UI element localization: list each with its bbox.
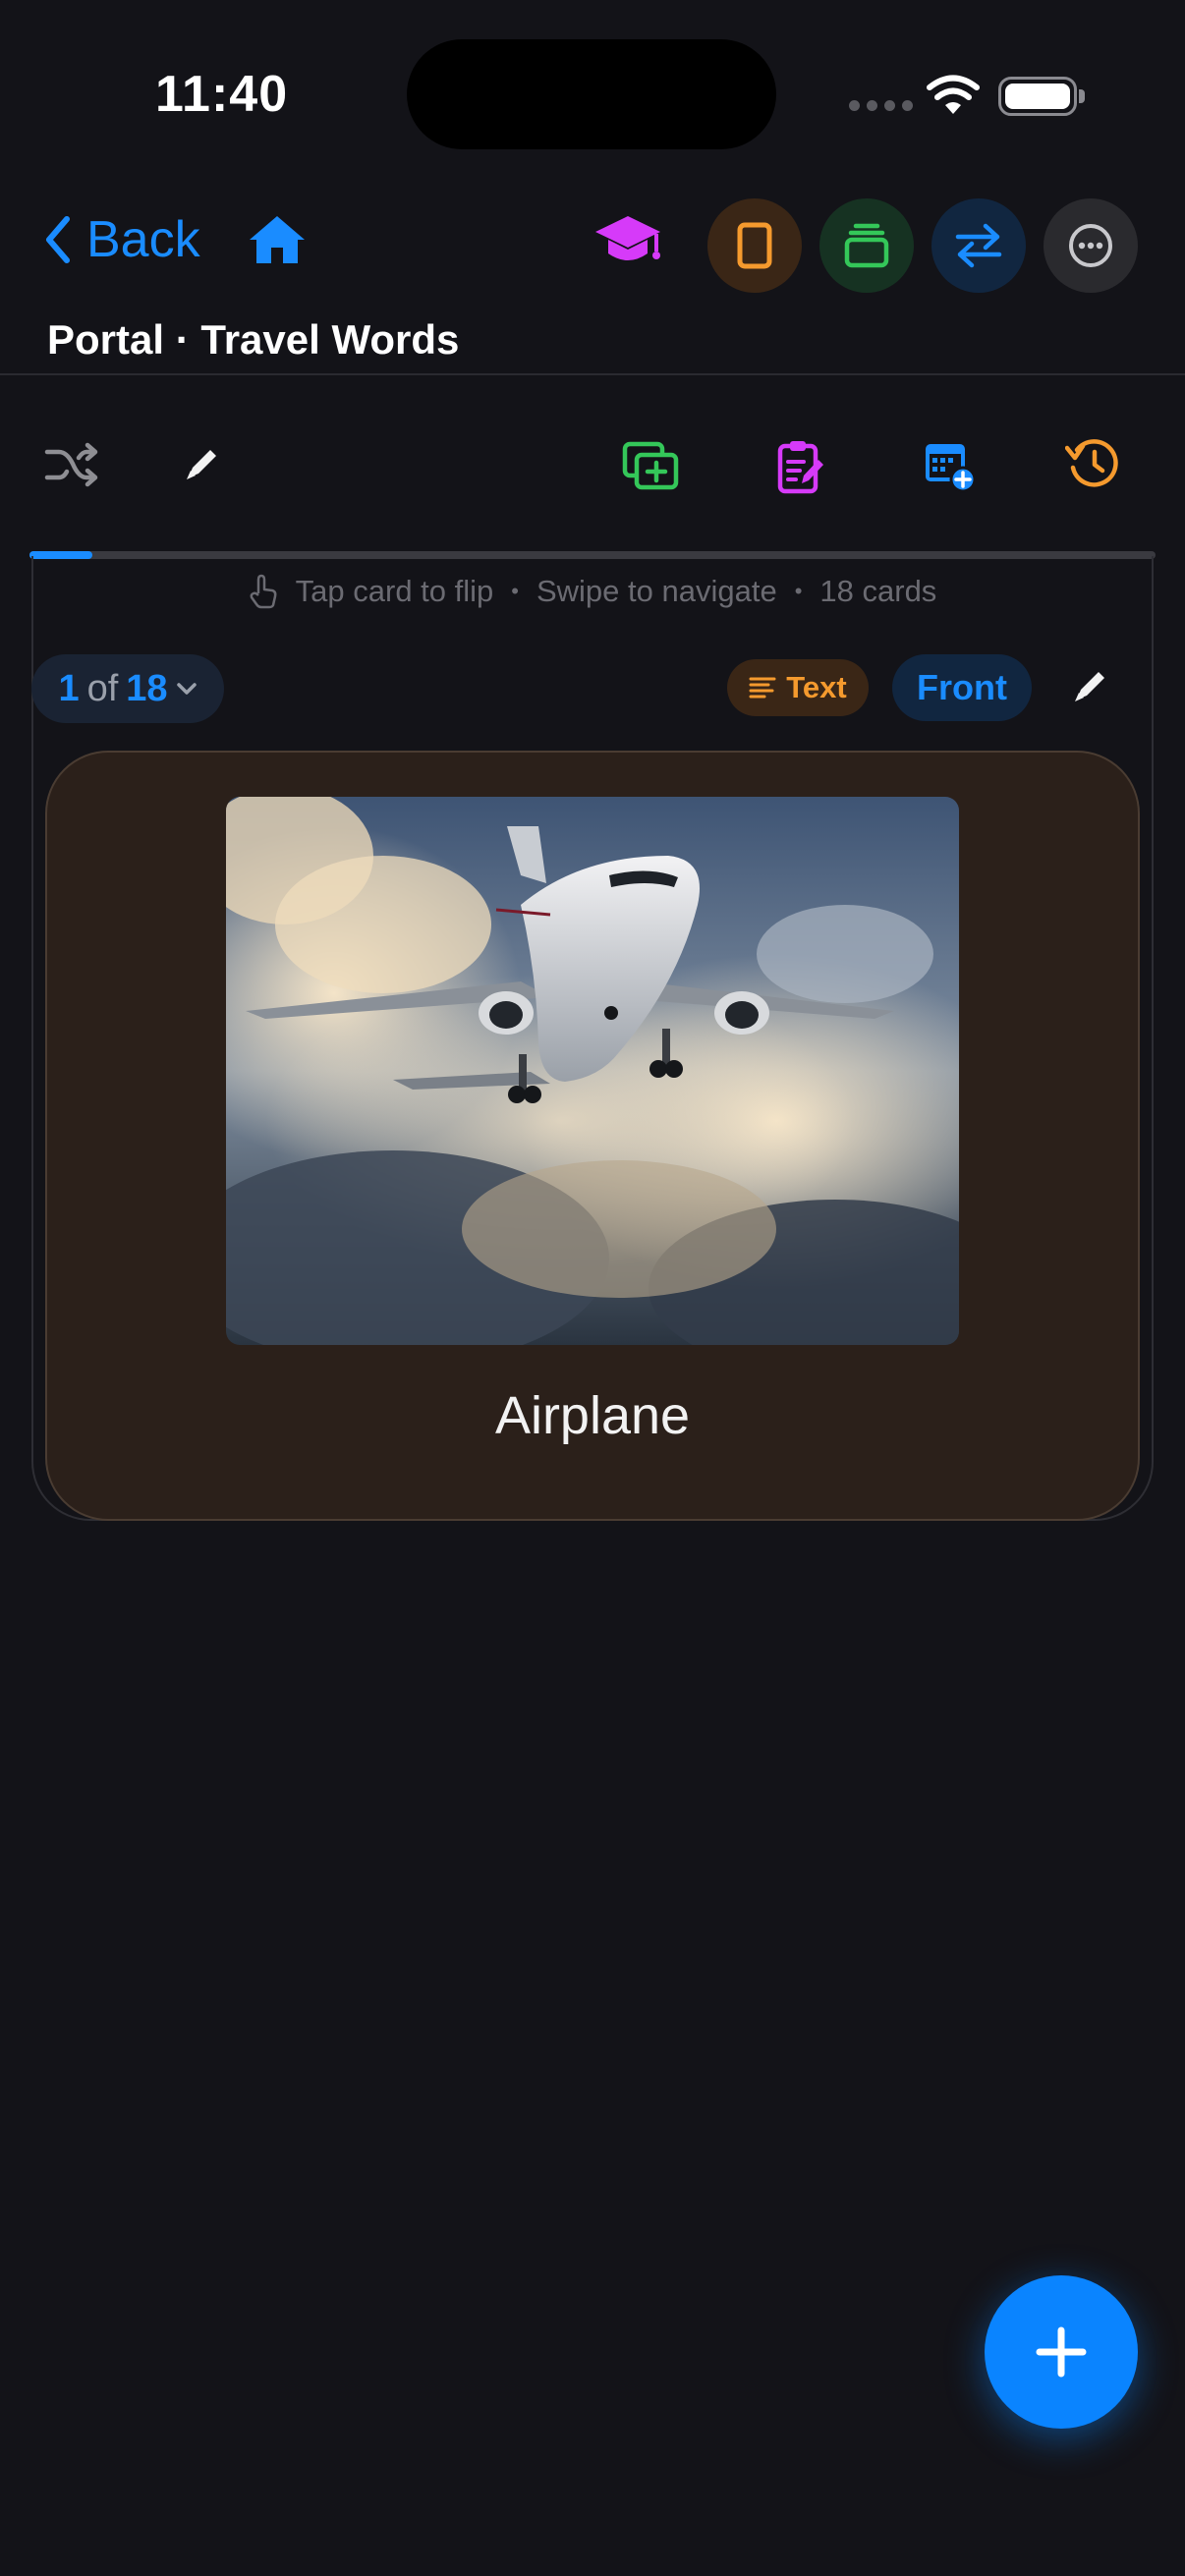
cellular-signal-icon xyxy=(849,100,913,111)
wifi-icon xyxy=(927,75,980,114)
more-options-button[interactable] xyxy=(1044,198,1138,293)
header-divider xyxy=(0,373,1185,375)
instruction-hint: Tap card to flip • Swipe to navigate • 1… xyxy=(0,574,1185,609)
edit-card-icon[interactable] xyxy=(1071,666,1110,705)
back-label: Back xyxy=(86,211,200,268)
card-side-chip[interactable]: Front xyxy=(892,654,1032,721)
back-button[interactable]: Back xyxy=(43,210,200,269)
shuffle-icon[interactable] xyxy=(43,440,100,489)
add-card-icon[interactable] xyxy=(621,440,680,491)
stack-icon xyxy=(844,223,889,268)
text-chip-label: Text xyxy=(786,670,847,704)
card-image xyxy=(226,797,959,1345)
ellipsis-circle-icon xyxy=(1069,224,1112,267)
calendar-add-icon[interactable] xyxy=(922,438,977,493)
pencil-icon[interactable] xyxy=(183,444,222,483)
dynamic-island xyxy=(407,39,776,149)
hint-separator: • xyxy=(511,579,519,603)
clipboard-edit-icon[interactable] xyxy=(776,438,825,495)
tap-hand-icon xyxy=(250,574,277,609)
card-word: Airplane xyxy=(494,1386,691,1445)
phone-view-button[interactable] xyxy=(707,198,802,293)
graduation-cap-icon[interactable] xyxy=(593,212,662,271)
hint-count: 18 cards xyxy=(819,574,937,608)
counter-current: 1 xyxy=(58,667,80,709)
card-counter-dropdown[interactable]: 1 of 18 xyxy=(31,654,224,723)
battery-icon xyxy=(998,77,1077,116)
battery-tip xyxy=(1079,89,1085,103)
swap-arrows-icon xyxy=(955,223,1002,268)
plus-icon xyxy=(1036,2326,1087,2378)
status-time: 11:40 xyxy=(155,66,289,123)
swap-sides-button[interactable] xyxy=(931,198,1026,293)
hint-separator: • xyxy=(794,579,803,603)
text-mode-chip[interactable]: Text xyxy=(727,659,869,716)
history-icon[interactable] xyxy=(1065,438,1120,489)
chevron-left-icon xyxy=(46,216,70,263)
page-title: Portal · Travel Words xyxy=(47,316,460,363)
counter-total: 18 xyxy=(126,667,168,709)
counter-of: of xyxy=(86,667,119,709)
home-icon[interactable] xyxy=(248,214,307,265)
chevron-down-icon xyxy=(176,683,197,695)
text-lines-icon xyxy=(749,677,776,699)
phone-icon xyxy=(737,222,772,269)
hint-tap: Tap card to flip xyxy=(295,574,494,608)
hint-swipe: Swipe to navigate xyxy=(536,574,777,608)
add-button[interactable] xyxy=(985,2275,1138,2429)
deck-stack-button[interactable] xyxy=(819,198,914,293)
